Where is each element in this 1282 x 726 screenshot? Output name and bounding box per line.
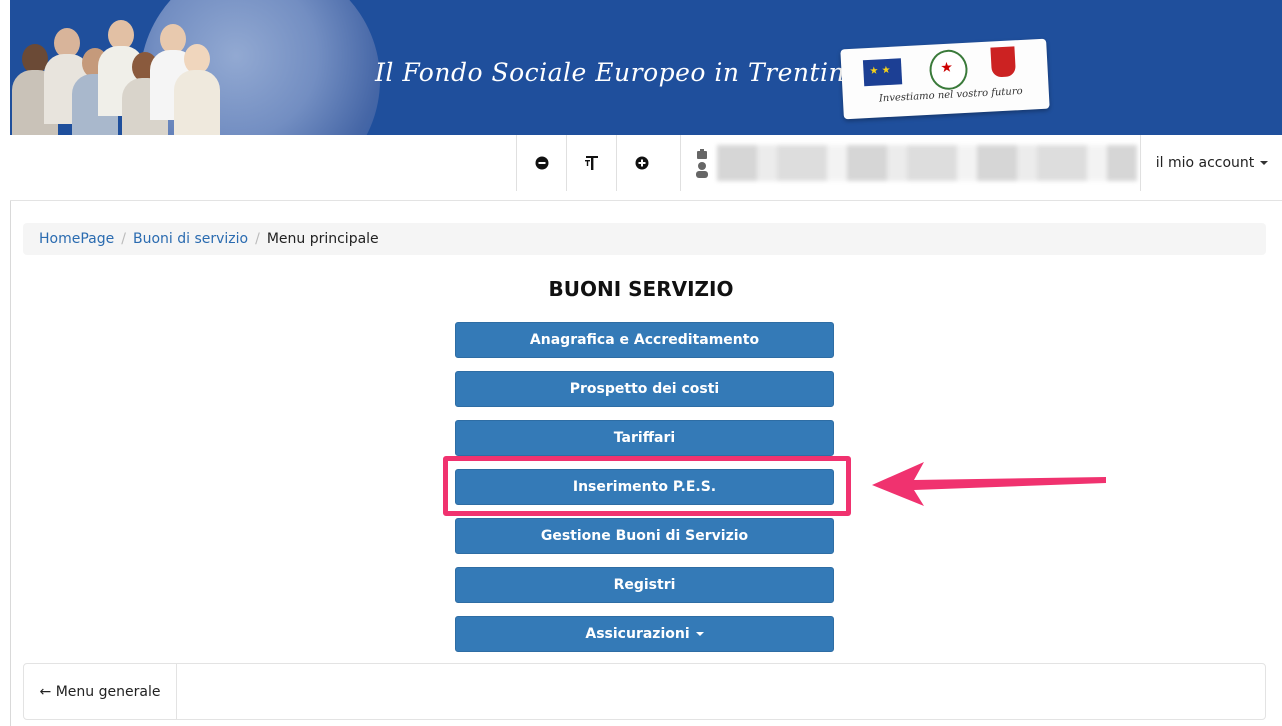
back-menu-generale-button[interactable]: ← Menu generale [24,664,177,719]
highlight-annotation [443,456,851,516]
breadcrumb-home[interactable]: HomePage [39,231,114,247]
button-label: Tariffari [613,430,676,446]
prospetto-costi-button[interactable]: Prospetto dei costi [455,371,834,407]
anagrafica-button[interactable]: Anagrafica e Accreditamento [455,322,834,358]
motto-text: Investiamo nel vostro futuro [878,85,1023,105]
button-label: Prospetto dei costi [569,381,720,397]
account-menu[interactable]: il mio account [1140,135,1282,191]
assicurazioni-dropdown[interactable]: Assicurazioni [455,616,834,652]
breadcrumb: HomePage / Buoni di servizio / Menu prin… [23,223,1266,255]
increase-font-button[interactable] [616,135,667,191]
gestione-buoni-button[interactable]: Gestione Buoni di Servizio [455,518,834,554]
button-label: Registri [613,577,676,593]
site-title: Il Fondo Sociale Europeo in Trentino [375,58,861,87]
user-info [680,135,1141,191]
reset-font-button[interactable] [566,135,617,191]
breadcrumb-buoni-servizio[interactable]: Buoni di servizio [133,231,248,247]
plus-circle-icon [635,156,649,170]
eu-flag-icon: ★ ★ [862,58,903,87]
button-label: Gestione Buoni di Servizio [540,528,749,544]
minus-circle-icon [535,156,549,170]
italian-emblem-icon: ★ [928,48,969,91]
footer-nav: ← Menu generale [23,663,1266,720]
arrow-annotation-icon [872,462,1106,506]
caret-down-icon [695,632,704,636]
button-label: Assicurazioni [585,626,690,642]
caret-down-icon [1260,161,1269,165]
text-size-icon [585,156,598,170]
button-label: Anagrafica e Accreditamento [529,332,760,348]
decrease-font-button[interactable] [516,135,567,191]
people-photo [10,14,220,135]
redacted-user-details [717,145,1137,181]
registri-button[interactable]: Registri [455,567,834,603]
trento-province-crest-icon [990,46,1016,78]
top-toolbar: il mio account [10,135,1282,201]
tariffari-button[interactable]: Tariffari [455,420,834,456]
funding-logos-card: ★ ★ ★ Investiamo nel vostro futuro [840,38,1050,120]
header-banner: Il Fondo Sociale Europeo in Trentino ★ ★… [10,0,1282,135]
breadcrumb-separator: / [255,231,260,247]
breadcrumb-separator: / [121,231,126,247]
breadcrumb-current: Menu principale [266,231,379,247]
user-briefcase-icon [695,149,709,183]
page-title: BUONI SERVIZIO [548,277,734,301]
account-label: il mio account [1155,155,1255,171]
